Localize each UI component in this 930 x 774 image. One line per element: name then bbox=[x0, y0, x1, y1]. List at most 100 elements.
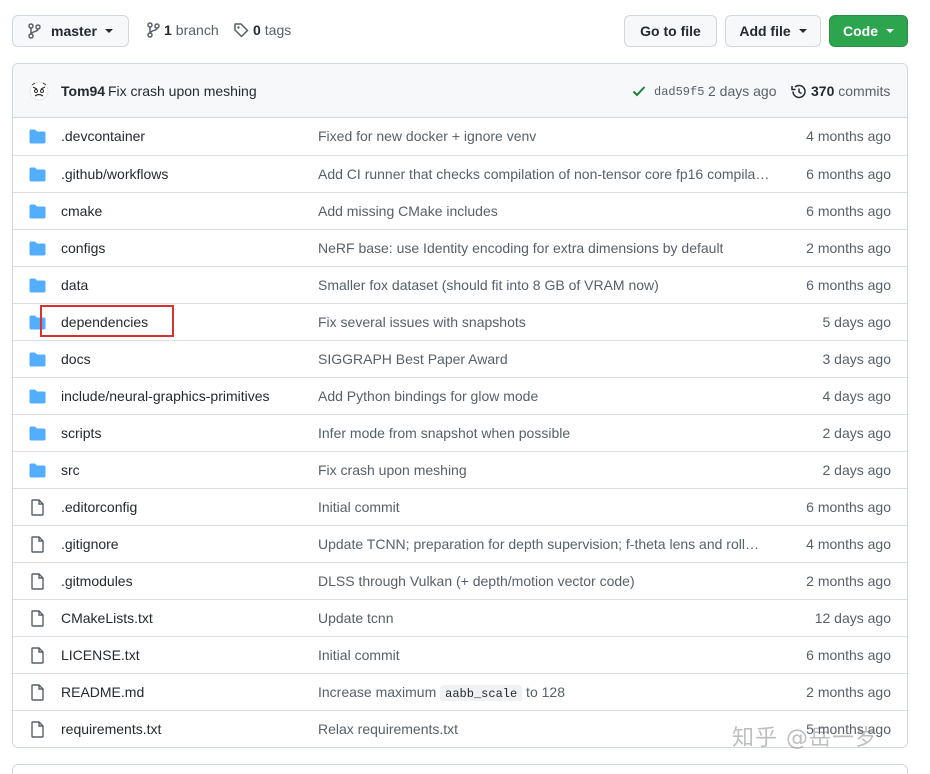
table-row[interactable]: include/neural-graphics-primitives Add Py… bbox=[13, 377, 907, 414]
row-time: 2 months ago bbox=[806, 684, 891, 700]
branches-count: 1 bbox=[164, 22, 172, 38]
branch-select-button[interactable]: master bbox=[12, 15, 129, 47]
row-name-link[interactable]: scripts bbox=[61, 425, 101, 441]
file-browser: Tom94 Fix crash upon meshing dad59f5 2 d… bbox=[12, 63, 908, 748]
row-commit-message[interactable]: Relax requirements.txt bbox=[318, 721, 458, 737]
chevron-down-icon bbox=[886, 29, 894, 33]
row-name-link[interactable]: .gitmodules bbox=[61, 573, 133, 589]
commits-count: 370 bbox=[811, 83, 835, 99]
code-label: Code bbox=[843, 23, 878, 39]
row-name-link[interactable]: docs bbox=[61, 351, 91, 367]
row-time: 2 months ago bbox=[806, 573, 891, 589]
row-commit-message[interactable]: NeRF base: use Identity encoding for ext… bbox=[318, 240, 723, 256]
row-time: 6 months ago bbox=[806, 499, 891, 515]
row-commit-message[interactable]: SIGGRAPH Best Paper Award bbox=[318, 351, 508, 367]
table-row[interactable]: data Smaller fox dataset (should fit into… bbox=[13, 266, 907, 303]
row-commit-message[interactable]: Add CI runner that checks compilation of… bbox=[318, 166, 769, 182]
go-to-file-button[interactable]: Go to file bbox=[624, 15, 717, 47]
commit-message[interactable]: Fix crash upon meshing bbox=[108, 83, 257, 99]
folder-icon bbox=[29, 129, 46, 144]
row-time: 6 months ago bbox=[806, 203, 891, 219]
watermark: 知乎 @岳一岁 bbox=[732, 726, 878, 751]
folder-icon bbox=[29, 389, 46, 404]
row-name-link[interactable]: requirements.txt bbox=[61, 721, 161, 737]
row-commit-message-text: to 128 bbox=[522, 684, 565, 700]
commit-author[interactable]: Tom94 bbox=[61, 83, 105, 99]
avatar[interactable] bbox=[29, 81, 49, 101]
row-commit-message-text: Increase maximum bbox=[318, 684, 441, 700]
row-commit-message[interactable]: Initial commit bbox=[318, 499, 400, 515]
folder-icon bbox=[29, 463, 46, 478]
table-row[interactable]: docs SIGGRAPH Best Paper Award 3 days ago bbox=[13, 340, 907, 377]
row-name-link[interactable]: LICENSE.txt bbox=[61, 647, 140, 663]
table-row[interactable]: LICENSE.txt Initial commit 6 months ago bbox=[13, 636, 907, 673]
row-commit-message[interactable]: Add Python bindings for glow mode bbox=[318, 388, 538, 404]
check-icon[interactable] bbox=[632, 85, 646, 97]
latest-commit-bar: Tom94 Fix crash upon meshing dad59f5 2 d… bbox=[13, 64, 907, 118]
row-name-link[interactable]: .devcontainer bbox=[61, 128, 145, 144]
row-name-link[interactable]: configs bbox=[61, 240, 105, 256]
commits-label: commits bbox=[838, 83, 891, 99]
commits-link[interactable]: 370 commits bbox=[811, 83, 890, 99]
row-time: 4 days ago bbox=[822, 388, 892, 404]
git-branch-icon bbox=[28, 23, 41, 39]
row-name-link[interactable]: .editorconfig bbox=[61, 499, 137, 515]
row-name-link[interactable]: .gitignore bbox=[61, 536, 119, 552]
row-commit-message[interactable]: Update TCNN; preparation for depth super… bbox=[318, 536, 759, 552]
folder-icon bbox=[29, 352, 46, 367]
row-name-link[interactable]: dependencies bbox=[61, 314, 148, 330]
table-row[interactable]: .editorconfig Initial commit 6 months ago bbox=[13, 488, 907, 525]
row-commit-message[interactable]: Smaller fox dataset (should fit into 8 G… bbox=[318, 277, 659, 293]
row-commit-message-code: aabb_scale bbox=[440, 685, 523, 701]
branches-label: branch bbox=[175, 22, 219, 38]
table-row[interactable]: .gitmodules DLSS through Vulkan (+ depth/… bbox=[13, 562, 907, 599]
file-icon bbox=[29, 499, 46, 516]
table-row[interactable]: .github/workflows Add CI runner that chec… bbox=[13, 155, 907, 192]
row-commit-message[interactable]: Update tcnn bbox=[318, 610, 394, 626]
table-row[interactable]: .gitignore Update TCNN; preparation for d… bbox=[13, 525, 907, 562]
add-file-button[interactable]: Add file bbox=[725, 15, 821, 47]
repo-toolbar: master 1 branch 0 tags Go to file Add fi… bbox=[0, 0, 930, 62]
row-name-link[interactable]: README.md bbox=[61, 684, 144, 700]
row-time: 12 days ago bbox=[814, 610, 891, 626]
table-row[interactable]: src Fix crash upon meshing 2 days ago bbox=[13, 451, 907, 488]
code-button[interactable]: Code bbox=[829, 15, 908, 47]
row-commit-message[interactable]: Infer mode from snapshot when possible bbox=[318, 425, 570, 441]
table-row[interactable]: cmake Add missing CMake includes 6 months … bbox=[13, 192, 907, 229]
file-icon bbox=[29, 610, 46, 627]
file-icon bbox=[29, 684, 46, 701]
file-icon bbox=[29, 721, 46, 738]
row-name-link[interactable]: include/neural-graphics-primitives bbox=[61, 388, 270, 404]
row-commit-message[interactable]: Fixed for new docker + ignore venv bbox=[318, 128, 536, 144]
row-name-link[interactable]: CMakeLists.txt bbox=[61, 610, 153, 626]
row-commit-message[interactable]: DLSS through Vulkan (+ depth/motion vect… bbox=[318, 573, 635, 589]
row-commit-message[interactable]: Initial commit bbox=[318, 647, 400, 663]
table-row[interactable]: dependencies Fix several issues with snap… bbox=[13, 303, 907, 340]
table-row[interactable]: .devcontainer Fixed for new docker + igno… bbox=[13, 118, 907, 155]
row-name-link[interactable]: .github/workflows bbox=[61, 166, 168, 182]
row-commit-message[interactable]: Fix crash upon meshing bbox=[318, 462, 467, 478]
go-to-file-label: Go to file bbox=[640, 23, 701, 39]
folder-icon bbox=[29, 315, 46, 330]
branches-link[interactable]: 1 branch bbox=[146, 22, 219, 38]
row-time: 2 months ago bbox=[806, 240, 891, 256]
row-commit-message[interactable]: Fix several issues with snapshots bbox=[318, 314, 526, 330]
row-time: 2 days ago bbox=[822, 462, 892, 478]
row-name-link[interactable]: data bbox=[61, 277, 88, 293]
table-row[interactable]: configs NeRF base: use Identity encoding … bbox=[13, 229, 907, 266]
history-icon[interactable] bbox=[790, 83, 807, 100]
row-name-link[interactable]: cmake bbox=[61, 203, 102, 219]
git-branch-icon bbox=[147, 22, 160, 38]
table-row[interactable]: README.md Increase maximum aabb_scale to … bbox=[13, 673, 907, 710]
commit-sha[interactable]: dad59f5 bbox=[654, 85, 704, 99]
file-icon bbox=[29, 647, 46, 664]
commit-time: 2 days ago bbox=[708, 83, 777, 99]
tags-link[interactable]: 0 tags bbox=[233, 22, 291, 38]
row-name-link[interactable]: src bbox=[61, 462, 80, 478]
row-commit-message[interactable]: Increase maximum aabb_scale to 128 bbox=[318, 684, 565, 701]
table-row[interactable]: CMakeLists.txt Update tcnn 12 days ago bbox=[13, 599, 907, 636]
row-time: 4 months ago bbox=[806, 536, 891, 552]
row-commit-message[interactable]: Add missing CMake includes bbox=[318, 203, 498, 219]
file-icon bbox=[29, 573, 46, 590]
table-row[interactable]: scripts Infer mode from snapshot when pos… bbox=[13, 414, 907, 451]
